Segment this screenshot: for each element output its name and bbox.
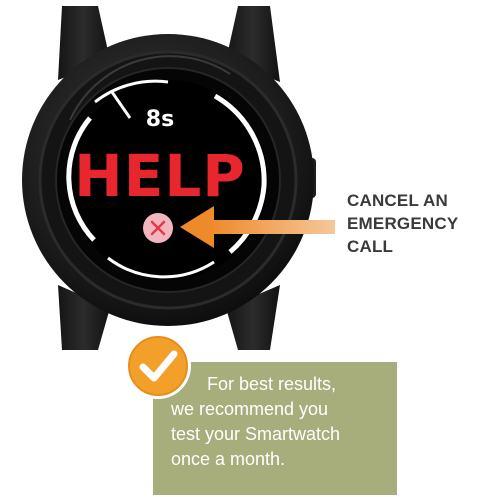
callout-line-2: EMERGENCY: [347, 214, 459, 233]
checkmark-icon: [125, 333, 191, 399]
tip-line-2: we recommend you: [171, 399, 329, 419]
tip-line-1: For best results,: [207, 374, 337, 394]
cancel-emergency-button[interactable]: [143, 213, 173, 243]
callout-line-1: CANCEL AN: [347, 191, 448, 210]
help-alert-text: HELP: [74, 142, 246, 210]
countdown-seconds: 8s: [146, 107, 174, 132]
tip-line-3: test your Smartwatch: [171, 424, 341, 444]
callout-line-3: CALL: [347, 237, 394, 256]
cancel-callout-label: CANCEL AN EMERGENCY CALL: [347, 189, 487, 258]
tip-line-4: once a month.: [171, 449, 286, 469]
